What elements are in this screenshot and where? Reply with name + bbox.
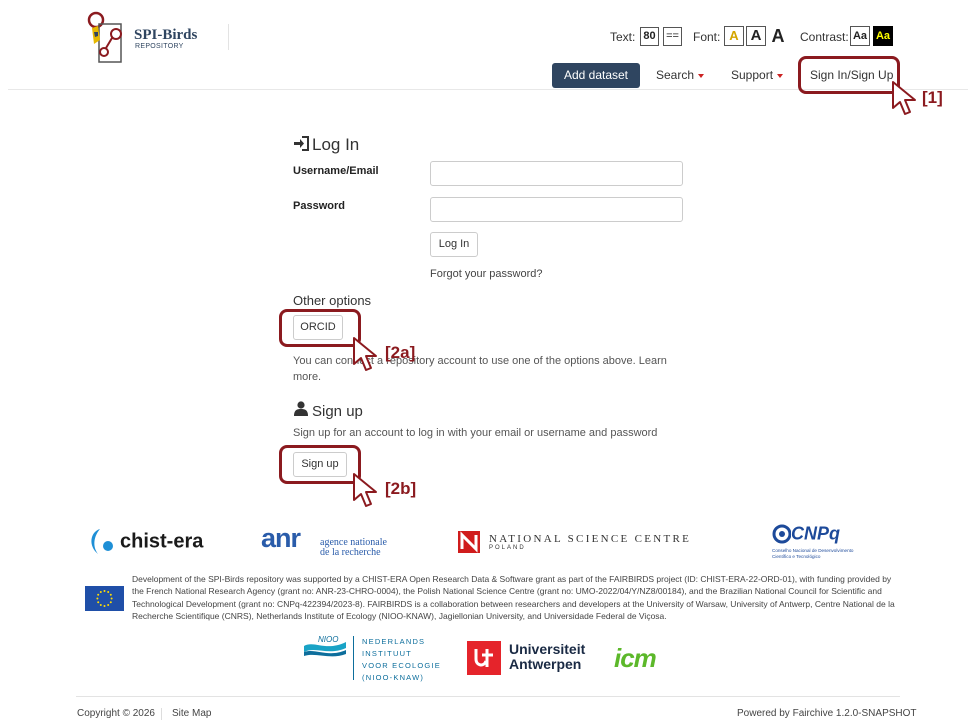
logo-subtitle: REPOSITORY <box>135 43 184 50</box>
ncn-logo-text: NATIONAL SCIENCE CENTRE <box>489 533 692 545</box>
cursor-pointer-icon <box>892 81 916 115</box>
text-size-button[interactable]: 80 <box>640 27 659 46</box>
eu-flag-icon <box>85 586 124 611</box>
nioo-mark-text: NIOO <box>318 635 339 644</box>
cnpq-sub2: Científico e Tecnológico <box>772 554 821 559</box>
signup-title: Sign up <box>312 403 363 420</box>
signup-text: Sign up for an account to log in with yo… <box>293 427 658 439</box>
contrast-normal-label: Aa <box>852 30 868 42</box>
nioo-divider <box>353 636 354 680</box>
chevron-down-icon <box>698 73 705 78</box>
sign-in-icon <box>294 136 309 151</box>
cursor-pointer-icon <box>353 473 377 507</box>
search-menu[interactable]: Search <box>656 63 705 88</box>
ua-logo-text: Universiteit Antwerpen <box>509 642 585 672</box>
cnpq-mark-icon <box>772 524 792 544</box>
password-input[interactable] <box>430 197 683 222</box>
ncn-logo-icon <box>458 531 480 553</box>
font-opt3-label: A <box>771 26 785 46</box>
contrast-label: Contrast: <box>800 30 849 44</box>
user-icon <box>294 401 308 416</box>
contrast-normal-button[interactable]: Aa <box>850 26 870 46</box>
funding-text: Development of the SPI-Birds repository … <box>132 574 895 622</box>
highlight-box-orcid <box>279 309 361 347</box>
chist-era-text: chist-era <box>120 530 204 553</box>
login-title: Log In <box>312 135 360 154</box>
annotation-label-2b: [2b] <box>385 479 417 498</box>
anr-logo-text: anr <box>261 523 301 553</box>
anr-logo-subtitle: agence nationale de la recherche <box>320 538 387 558</box>
copyright-text: Copyright © 2026 <box>77 708 155 719</box>
font-large-button[interactable]: A <box>768 26 788 46</box>
chevron-down-icon <box>777 73 784 78</box>
ua-line2: Antwerpen <box>509 656 582 672</box>
font-opt2-label: A <box>750 27 762 44</box>
chist-era-logo: chist-era <box>86 526 203 558</box>
learn-more-link[interactable]: more. <box>293 369 321 385</box>
font-opt1-label: A <box>729 28 739 43</box>
nioo-line3: VOOR ECOLOGIE <box>362 661 441 670</box>
site-map-link[interactable]: Site Map <box>172 708 211 719</box>
signup-heading: Sign up <box>293 401 363 420</box>
font-dyslexic-button[interactable]: A <box>724 26 744 46</box>
cnpq-logo-text: CNPq <box>791 523 840 544</box>
highlight-box-sign-up <box>279 445 361 484</box>
highlight-box-sign-in <box>798 56 900 94</box>
ncn-logo-subtitle: POLAND <box>489 545 526 551</box>
add-dataset-button[interactable]: Add dataset <box>552 63 640 88</box>
logo-title: SPI-Birds <box>134 27 198 43</box>
ua-line1: Universiteit <box>509 641 586 657</box>
cnpq-logo-subtitle: Conselho Nacional de Desenvolvimento Cie… <box>772 548 853 560</box>
powered-by-text: Powered by Fairchive 1.2.0-SNAPSHOT <box>737 708 917 719</box>
contrast-high-button[interactable]: Aa <box>873 26 893 46</box>
anr-line2: de la recherche <box>320 547 381 558</box>
other-options-text-line1: You can connect a repository account to … <box>293 355 667 367</box>
password-label: Password <box>293 200 345 212</box>
header-divider <box>228 24 229 50</box>
cnpq-logo: CNPq <box>771 523 840 545</box>
text-size-label: Text: <box>610 30 636 44</box>
logo-icon[interactable] <box>86 10 126 66</box>
nioo-line2: INSTITUUT <box>362 649 412 658</box>
icm-logo-text: icm <box>614 643 657 673</box>
footer-rule <box>76 696 900 697</box>
contrast-high-label: Aa <box>875 30 891 42</box>
nioo-line4: (NIOO-KNAW) <box>362 673 425 682</box>
nioo-line1: NEDERLANDS <box>362 637 426 646</box>
font-label: Font: <box>693 30 721 44</box>
login-heading: Log In <box>293 135 359 155</box>
username-label: Username/Email <box>293 165 379 177</box>
support-menu[interactable]: Support <box>731 63 784 88</box>
text-reset-button[interactable]: == <box>663 27 682 46</box>
annotation-label-1: [1] <box>922 88 943 107</box>
font-sans-button[interactable]: A <box>746 26 766 46</box>
annotation-label-2a: [2a] <box>385 343 416 362</box>
chist-era-mark-icon <box>91 529 113 554</box>
nioo-logo-text: NEDERLANDS INSTITUUT VOOR ECOLOGIE (NIOO… <box>362 636 441 684</box>
forgot-password-link[interactable]: Forgot your password? <box>430 268 543 280</box>
support-menu-label: Support <box>731 68 774 82</box>
cursor-pointer-icon <box>353 337 377 371</box>
ua-logo-icon <box>467 641 501 675</box>
footer-separator <box>161 708 162 720</box>
search-menu-label: Search <box>656 68 695 82</box>
login-button[interactable]: Log In <box>430 232 478 257</box>
other-options-heading: Other options <box>293 293 372 308</box>
username-input[interactable] <box>430 161 683 186</box>
